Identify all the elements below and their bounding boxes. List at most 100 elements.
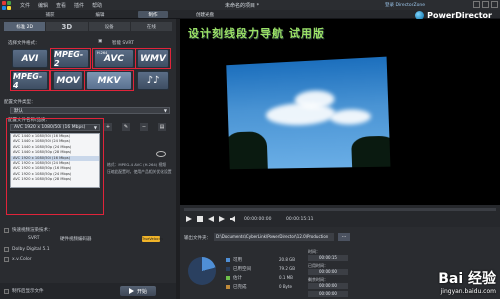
- legend-label: 已用空间: [233, 267, 251, 272]
- output-folder-path[interactable]: D:\Documents\CyberLink\PowerDirector\12.…: [214, 233, 334, 241]
- profile-info-line: 格式：MPEG-4 AVC (H.264) 视频: [107, 162, 167, 167]
- format-label: AVI: [21, 53, 39, 64]
- checkbox[interactable]: [4, 227, 9, 233]
- preview-image: [226, 56, 391, 170]
- legend-value: 0 Byte: [279, 284, 292, 289]
- tab-standard-2d[interactable]: 标准 2D: [4, 22, 46, 31]
- profile-info-icon[interactable]: ▤: [158, 123, 166, 131]
- tab-online[interactable]: 在线: [130, 22, 172, 31]
- window-controls: [473, 1, 498, 8]
- legend-swatch: [226, 276, 230, 280]
- next-frame-icon[interactable]: [219, 216, 225, 222]
- app-logo-icon: [2, 0, 12, 10]
- highlight-box: [135, 48, 171, 69]
- legend-completed: 已完成: [226, 284, 247, 290]
- prev-frame-icon[interactable]: [208, 216, 214, 222]
- menu-plugins[interactable]: 插件: [74, 2, 84, 9]
- produce-sub-tabs: 标准 2D 3D 设备 在线: [4, 22, 172, 31]
- add-profile-icon[interactable]: +: [104, 123, 112, 131]
- document-title: 未命名的项目 *: [225, 3, 260, 9]
- legend-value: 20.8 GB: [279, 257, 296, 262]
- tab-edit[interactable]: 编辑: [86, 11, 114, 18]
- dolby-label: Dolby Digital 5.1: [12, 247, 50, 252]
- hardware-encoder-option[interactable]: 硬件视频编码器: [60, 236, 92, 242]
- stat-value: 00:00:15: [308, 255, 348, 261]
- stop-icon[interactable]: [197, 216, 203, 222]
- play-icon[interactable]: [186, 216, 192, 222]
- checkbox[interactable]: [4, 247, 9, 252]
- menu-edit[interactable]: 编辑: [38, 2, 48, 9]
- legend-used: 已用空间: [226, 266, 251, 272]
- format-avi-button[interactable]: AVI: [12, 49, 48, 68]
- highlight-box: [50, 48, 91, 69]
- highlight-box: [6, 118, 104, 215]
- mode-bar: 捕获 编辑 制作 创建光盘 PowerDirector: [0, 10, 500, 20]
- legend-swatch: [226, 285, 230, 289]
- watermark-main: Bai 经验: [438, 271, 496, 287]
- legend-estimated: 估计: [226, 275, 242, 281]
- stat-value: 00:00:00: [308, 269, 348, 275]
- music-note-icon: ♪♪: [146, 75, 160, 86]
- show-after-produce-label: 制作后显示文件: [12, 289, 44, 294]
- highlight-box: [92, 48, 136, 69]
- title-bar: 文件 编辑 查看 插件 帮助 未命名的项目 * 登录 DirectorZone: [0, 0, 500, 10]
- browse-button[interactable]: ...: [338, 233, 350, 241]
- truevelocity-badge: TrueVelocity: [142, 236, 164, 242]
- tab-produce[interactable]: 制作: [138, 11, 168, 18]
- checkbox[interactable]: [4, 288, 9, 294]
- watermark: Bai 经验 jingyan.baidu.com: [438, 268, 496, 295]
- eye-icon[interactable]: [156, 151, 166, 157]
- xvcolor-label: x.v.Color: [12, 257, 32, 262]
- legend-available: 可用: [226, 257, 242, 263]
- legend-label: 可用: [233, 258, 242, 263]
- svrt-option[interactable]: SVRT: [28, 236, 39, 241]
- profile-info-line: 压缩此配置时，使用产品相关优化设置: [107, 169, 172, 174]
- tab-create-disc[interactable]: 创建光盘: [196, 12, 214, 18]
- tab-capture[interactable]: 捕获: [36, 11, 64, 18]
- profile-type-value: 默认: [14, 108, 23, 114]
- output-folder-label: 输出文件夹：: [184, 236, 211, 241]
- profile-type-select[interactable]: 默认 ▼: [10, 107, 170, 114]
- tab-3d[interactable]: 3D: [46, 22, 88, 31]
- tab-device[interactable]: 设备: [88, 22, 130, 31]
- minimize-icon[interactable]: [473, 1, 480, 8]
- start-button[interactable]: 开始: [120, 286, 156, 296]
- format-audio-button[interactable]: ♪♪: [137, 71, 169, 90]
- legend-swatch: [226, 267, 230, 271]
- smart-svrt-link[interactable]: 智能 SVRT: [112, 40, 134, 46]
- timeline-scrubber[interactable]: [184, 208, 496, 211]
- overlay-title-text: 设计刻线段力导航 试用版: [188, 27, 325, 40]
- highlight-box: [84, 70, 134, 91]
- playback-controls: 00:00:00:00 00:00:15:11: [180, 205, 500, 227]
- output-info-panel: 输出文件夹： D:\Documents\CyberLink\PowerDirec…: [180, 227, 500, 299]
- edit-profile-icon[interactable]: ✎: [122, 123, 130, 131]
- dolby-option[interactable]: Dolby Digital 5.1: [4, 247, 50, 252]
- menu-view[interactable]: 查看: [56, 2, 66, 9]
- delete-profile-icon[interactable]: −: [140, 123, 148, 131]
- legend-label: 已完成: [233, 285, 247, 290]
- legend-label: 估计: [233, 276, 242, 281]
- watermark-sub: jingyan.baidu.com: [440, 288, 496, 295]
- produce-panel: 标准 2D 3D 设备 在线 选择文件格式： ▣ 智能 SVRT AVI MPE…: [0, 19, 176, 299]
- stat-value: 00:00:00: [308, 291, 348, 297]
- highlight-box: [10, 70, 50, 91]
- timecode-current: 00:00:00:00: [244, 217, 272, 222]
- close-icon[interactable]: [491, 1, 498, 8]
- show-after-produce-option[interactable]: 制作后显示文件: [4, 288, 44, 294]
- legend-swatch: [226, 258, 230, 262]
- format-section-label: 选择文件格式：: [8, 41, 40, 46]
- fast-render-option[interactable]: 快速视频渲染技术：: [4, 227, 53, 233]
- menu-file[interactable]: 文件: [20, 2, 30, 9]
- stat-value: 00:00:00: [308, 283, 348, 289]
- preview-window: 设计刻线段力导航 试用版: [180, 19, 500, 205]
- menu-help[interactable]: 帮助: [92, 2, 102, 9]
- legend-value: 79.2 GB: [279, 266, 296, 271]
- highlight-box: [50, 70, 85, 91]
- disk-usage-pie: [188, 257, 216, 285]
- maximize-icon[interactable]: [482, 1, 489, 8]
- login-link[interactable]: 登录 DirectorZone: [385, 2, 425, 8]
- xvcolor-option[interactable]: x.v.Color: [4, 257, 32, 262]
- checkbox[interactable]: [4, 257, 9, 262]
- volume-icon[interactable]: [230, 216, 236, 222]
- legend-value: 0.1 MB: [279, 275, 293, 280]
